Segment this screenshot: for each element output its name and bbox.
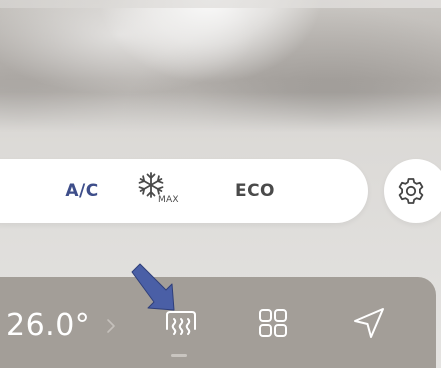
gear-icon xyxy=(396,176,426,206)
navigation-button[interactable] xyxy=(344,302,394,348)
wallpaper-highlight xyxy=(0,0,441,8)
settings-button[interactable] xyxy=(384,159,441,223)
active-indicator xyxy=(171,354,187,357)
max-cool-button[interactable]: MAX xyxy=(128,159,188,223)
wallpaper-background xyxy=(0,0,441,132)
climate-control-bar: A/C MAX ECO xyxy=(0,159,368,223)
app-grid-icon xyxy=(257,307,289,343)
max-label: MAX xyxy=(158,195,179,205)
eco-label: ECO xyxy=(234,181,276,201)
temperature-readout[interactable]: 26.0° xyxy=(6,308,90,344)
ac-label: A/C xyxy=(65,181,99,201)
eco-button[interactable]: ECO xyxy=(220,159,290,223)
pointer-arrow-icon xyxy=(128,262,186,324)
apps-button[interactable] xyxy=(250,302,296,348)
ac-button[interactable]: A/C xyxy=(50,159,114,223)
chevron-right-icon[interactable] xyxy=(106,318,116,338)
navigation-arrow-icon xyxy=(352,307,386,343)
screen: A/C MAX ECO 26.0° xyxy=(0,0,441,368)
